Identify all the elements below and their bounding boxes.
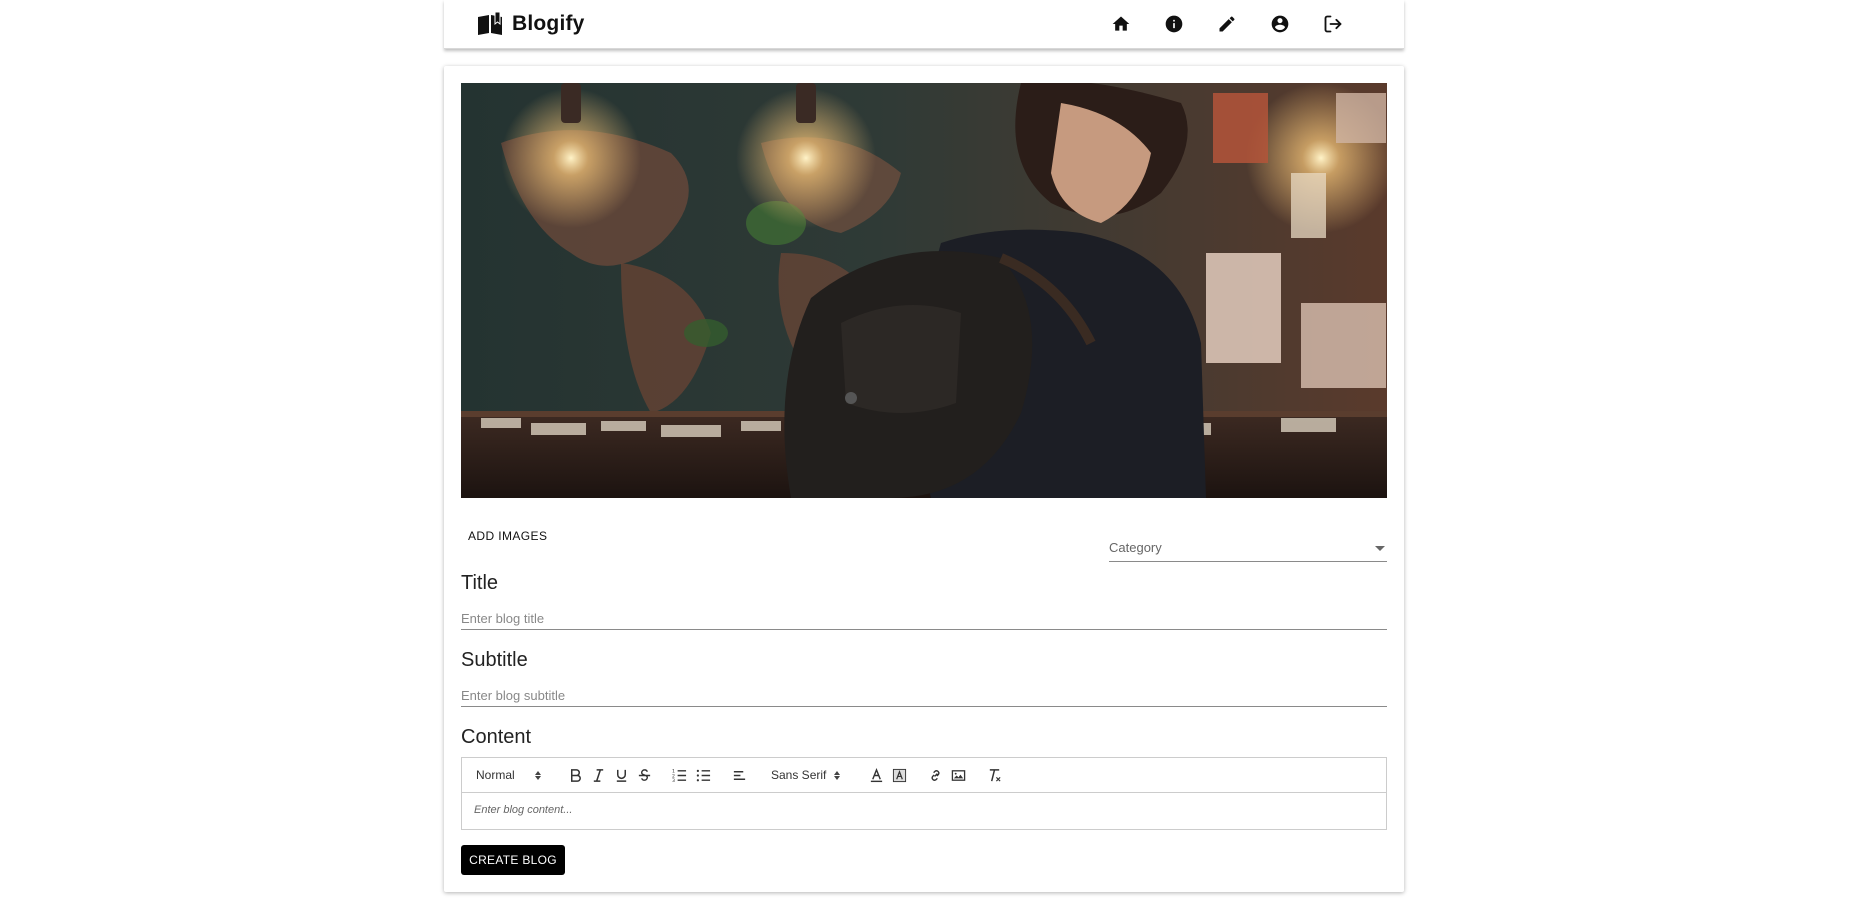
title-input[interactable]	[461, 607, 1387, 630]
updown-icon	[534, 770, 541, 780]
category-select[interactable]: Category	[1109, 536, 1387, 562]
add-images-button[interactable]: ADD IMAGES	[461, 525, 554, 547]
link-icon[interactable]	[928, 766, 943, 784]
title-heading: Title	[461, 572, 499, 594]
caret-down-icon	[1375, 546, 1385, 551]
editor-content-area[interactable]: Enter blog content...	[462, 793, 1386, 827]
background-color-icon[interactable]	[892, 766, 907, 784]
hero-image	[461, 83, 1387, 498]
open-book-icon	[478, 11, 502, 35]
text-color-icon[interactable]	[869, 766, 884, 784]
svg-text:3: 3	[672, 778, 675, 783]
logout-icon[interactable]	[1320, 11, 1346, 37]
rich-text-editor: Normal 123 Sans Serif Enter blog content…	[461, 757, 1387, 830]
header-format-value: Normal	[476, 768, 515, 782]
editor-toolbar: Normal 123 Sans Serif	[462, 758, 1386, 793]
top-navbar: Blogify	[444, 0, 1404, 49]
brand-logo[interactable]: Blogify	[476, 10, 585, 38]
header-format-select[interactable]: Normal	[476, 766, 541, 784]
ordered-list-icon[interactable]: 123	[672, 766, 687, 784]
subtitle-input[interactable]	[461, 684, 1387, 707]
italic-icon[interactable]	[591, 766, 606, 784]
image-icon[interactable]	[951, 766, 966, 784]
category-label: Category	[1109, 540, 1162, 555]
underline-icon[interactable]	[614, 766, 629, 784]
create-blog-card: ADD IMAGES Category Title Subtitle Conte…	[444, 66, 1404, 892]
create-blog-button[interactable]: CREATE BLOG	[461, 845, 565, 875]
home-icon[interactable]	[1108, 11, 1134, 37]
subtitle-heading: Subtitle	[461, 649, 528, 671]
bullet-list-icon[interactable]	[696, 766, 711, 784]
content-heading: Content	[461, 726, 532, 748]
pencil-icon[interactable]	[1214, 11, 1240, 37]
align-left-icon[interactable]	[732, 766, 747, 784]
brand-name: Blogify	[512, 12, 585, 35]
updown-icon	[834, 770, 841, 780]
editor-placeholder: Enter blog content...	[474, 804, 573, 816]
clear-format-icon[interactable]	[987, 766, 1002, 784]
bold-icon[interactable]	[568, 766, 583, 784]
info-icon[interactable]	[1161, 11, 1187, 37]
account-icon[interactable]	[1267, 11, 1293, 37]
strikethrough-icon[interactable]	[637, 766, 652, 784]
font-family-select[interactable]: Sans Serif	[771, 766, 841, 784]
font-family-value: Sans Serif	[771, 768, 827, 782]
